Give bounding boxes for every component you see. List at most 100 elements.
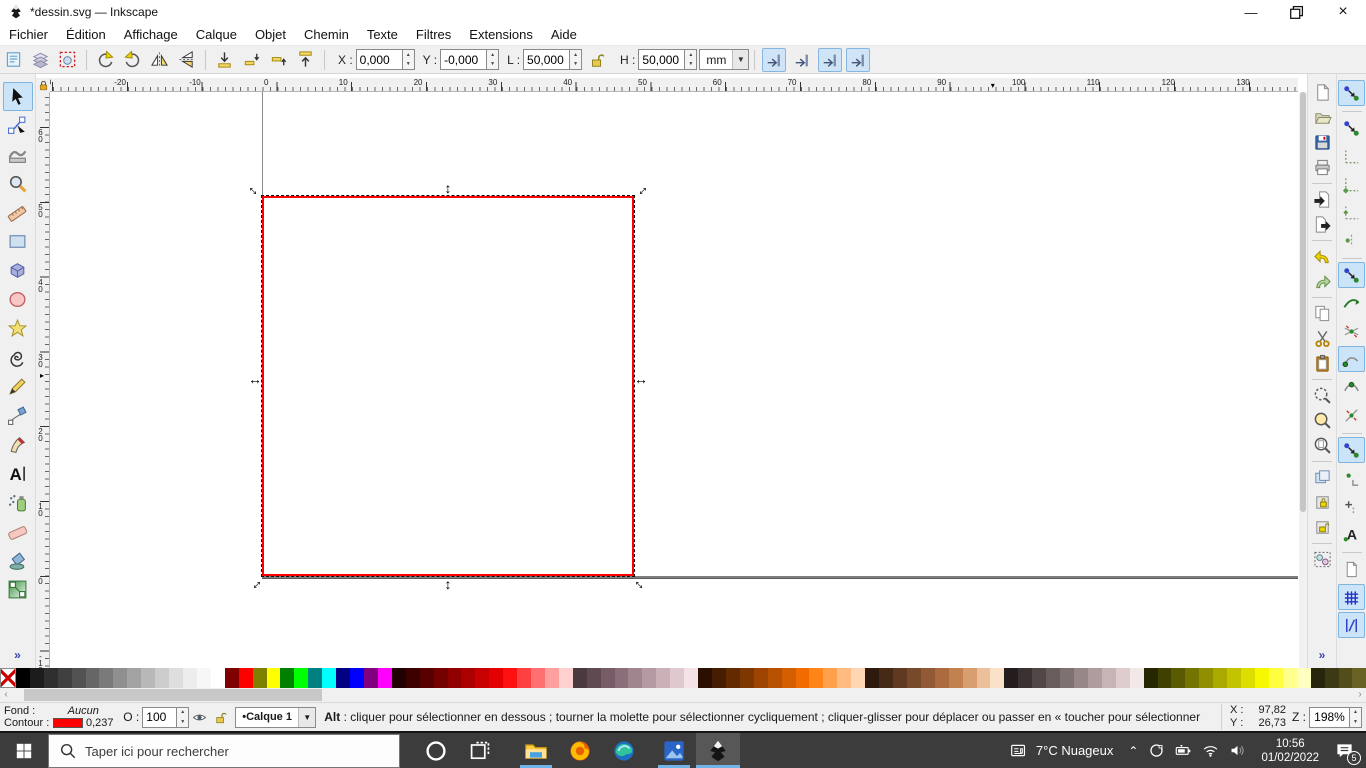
- move-gradients-toggle[interactable]: [818, 47, 843, 72]
- tool-bezier-pen[interactable]: [3, 401, 33, 430]
- tool-node-editor[interactable]: [3, 111, 33, 140]
- snap-grids-button[interactable]: [1338, 584, 1365, 610]
- zoom-drawing-button[interactable]: [1309, 408, 1335, 433]
- wifi-icon[interactable]: [1202, 742, 1219, 759]
- redo-button[interactable]: [1309, 269, 1335, 294]
- layer-lock-icon[interactable]: [213, 710, 228, 725]
- palette-swatch[interactable]: [781, 668, 796, 688]
- palette-swatch[interactable]: [1101, 668, 1116, 688]
- palette-swatch[interactable]: [558, 668, 573, 688]
- palette-swatch[interactable]: [1032, 668, 1047, 688]
- palette-swatch[interactable]: [1073, 668, 1088, 688]
- palette-swatch[interactable]: [322, 668, 337, 688]
- group-objects-button[interactable]: [1309, 547, 1335, 572]
- palette-swatch[interactable]: [1115, 668, 1130, 688]
- palette-swatch[interactable]: [294, 668, 309, 688]
- flip-horizontal-button[interactable]: [147, 48, 172, 72]
- palette-swatch[interactable]: [196, 668, 211, 688]
- menu-extensions[interactable]: Extensions: [460, 25, 542, 44]
- notification-center-button[interactable]: 5: [1335, 741, 1361, 765]
- zoom-page-button[interactable]: [1309, 433, 1335, 458]
- tool-gradient[interactable]: [3, 575, 33, 604]
- snap-guides-button[interactable]: [1338, 612, 1365, 638]
- taskbar-search-input[interactable]: Taper ici pour rechercher: [48, 734, 400, 768]
- palette-scroll-right-icon[interactable]: ›: [1354, 688, 1366, 702]
- snap-text-baselines-button[interactable]: A: [1338, 521, 1365, 547]
- paste-button[interactable]: [1309, 351, 1335, 376]
- x-spinner[interactable]: ▲ ▼: [401, 49, 415, 70]
- tool-calligraphy[interactable]: [3, 430, 33, 459]
- palette-swatch[interactable]: [1185, 668, 1200, 688]
- palette-swatch[interactable]: [767, 668, 782, 688]
- cortana-button[interactable]: [414, 733, 458, 768]
- stroke-color-swatch[interactable]: [52, 718, 83, 728]
- palette-scroll-left-icon[interactable]: ‹: [0, 688, 12, 702]
- snap-others-button[interactable]: [1338, 437, 1365, 463]
- stroke-width-value[interactable]: 0,237: [86, 717, 114, 729]
- unit-select[interactable]: mm ▼: [699, 49, 750, 70]
- menu-edition[interactable]: Édition: [57, 25, 115, 44]
- menu-texte[interactable]: Texte: [358, 25, 407, 44]
- palette-swatch[interactable]: [809, 668, 824, 688]
- start-button[interactable]: [0, 733, 48, 768]
- cut-button[interactable]: [1309, 326, 1335, 351]
- palette-swatch[interactable]: [377, 668, 392, 688]
- opacity-input[interactable]: [142, 706, 177, 728]
- menu-affichage[interactable]: Affichage: [115, 25, 187, 44]
- flip-vertical-button[interactable]: [174, 48, 199, 72]
- palette-swatch[interactable]: [628, 668, 643, 688]
- tool-pencil[interactable]: [3, 372, 33, 401]
- palette-swatch[interactable]: [1046, 668, 1061, 688]
- palette-swatch[interactable]: [893, 668, 907, 688]
- palette-swatch[interactable]: [210, 668, 225, 688]
- palette-swatch[interactable]: [1254, 668, 1269, 688]
- palette-swatch[interactable]: [252, 668, 267, 688]
- copy-button[interactable]: [1309, 301, 1335, 326]
- layer-visibility-eye-icon[interactable]: [192, 710, 207, 725]
- tool-tweak[interactable]: [3, 140, 33, 169]
- lower-button[interactable]: [239, 48, 264, 72]
- palette-swatch[interactable]: [1338, 668, 1353, 688]
- palette-swatch[interactable]: [1143, 668, 1158, 688]
- snap-nodes-button[interactable]: [1338, 262, 1365, 288]
- width-spinner[interactable]: ▲ ▼: [569, 49, 583, 70]
- snap-line-midpoints-button[interactable]: [1338, 402, 1365, 428]
- snap-page-border-button[interactable]: [1338, 556, 1365, 582]
- taskbar-app-inkscape[interactable]: [696, 733, 740, 768]
- palette-swatch[interactable]: [1241, 668, 1255, 688]
- menu-calque[interactable]: Calque: [187, 25, 246, 44]
- palette-swatch[interactable]: [934, 668, 949, 688]
- scale-handle-bottom-middle[interactable]: ↕: [445, 577, 452, 591]
- palette-swatch[interactable]: [15, 668, 30, 688]
- rotate-90-ccw-button[interactable]: [93, 48, 118, 72]
- vertical-ruler[interactable]: 6050403020100-10▸: [36, 92, 50, 674]
- palette-swatch[interactable]: [600, 668, 615, 688]
- y-input[interactable]: [440, 49, 487, 70]
- volume-icon[interactable]: [1229, 742, 1246, 759]
- menu-chemin[interactable]: Chemin: [295, 25, 358, 44]
- width-input[interactable]: [523, 49, 570, 70]
- snap-cusp-nodes-button[interactable]: [1338, 346, 1365, 372]
- palette-swatch[interactable]: [238, 668, 253, 688]
- restore-button[interactable]: [1274, 0, 1320, 24]
- tool-paint-bucket[interactable]: [3, 546, 33, 575]
- menu-fichier[interactable]: Fichier: [0, 25, 57, 44]
- palette-swatch[interactable]: [85, 668, 100, 688]
- palette-scrollbar[interactable]: ‹ ›: [0, 688, 1366, 702]
- palette-swatch[interactable]: [419, 668, 434, 688]
- scale-stroke-width-toggle[interactable]: [762, 47, 787, 72]
- raise-to-top-button[interactable]: [293, 48, 318, 72]
- palette-swatch[interactable]: [1324, 668, 1339, 688]
- scale-handle-middle-left[interactable]: ↔: [248, 372, 262, 386]
- undo-button[interactable]: [1309, 244, 1335, 269]
- palette-swatch[interactable]: [795, 668, 810, 688]
- opacity-spinner[interactable]: ▲ ▼: [176, 706, 190, 728]
- palette-scrollbar-thumb[interactable]: [24, 689, 322, 701]
- import-button[interactable]: [1309, 187, 1335, 212]
- palette-swatch[interactable]: [990, 668, 1005, 688]
- task-view-button[interactable]: [458, 733, 502, 768]
- select-all-button[interactable]: [1, 48, 26, 72]
- palette-swatch[interactable]: [962, 668, 977, 688]
- palette-swatch[interactable]: [1199, 668, 1214, 688]
- palette-swatch[interactable]: [837, 668, 852, 688]
